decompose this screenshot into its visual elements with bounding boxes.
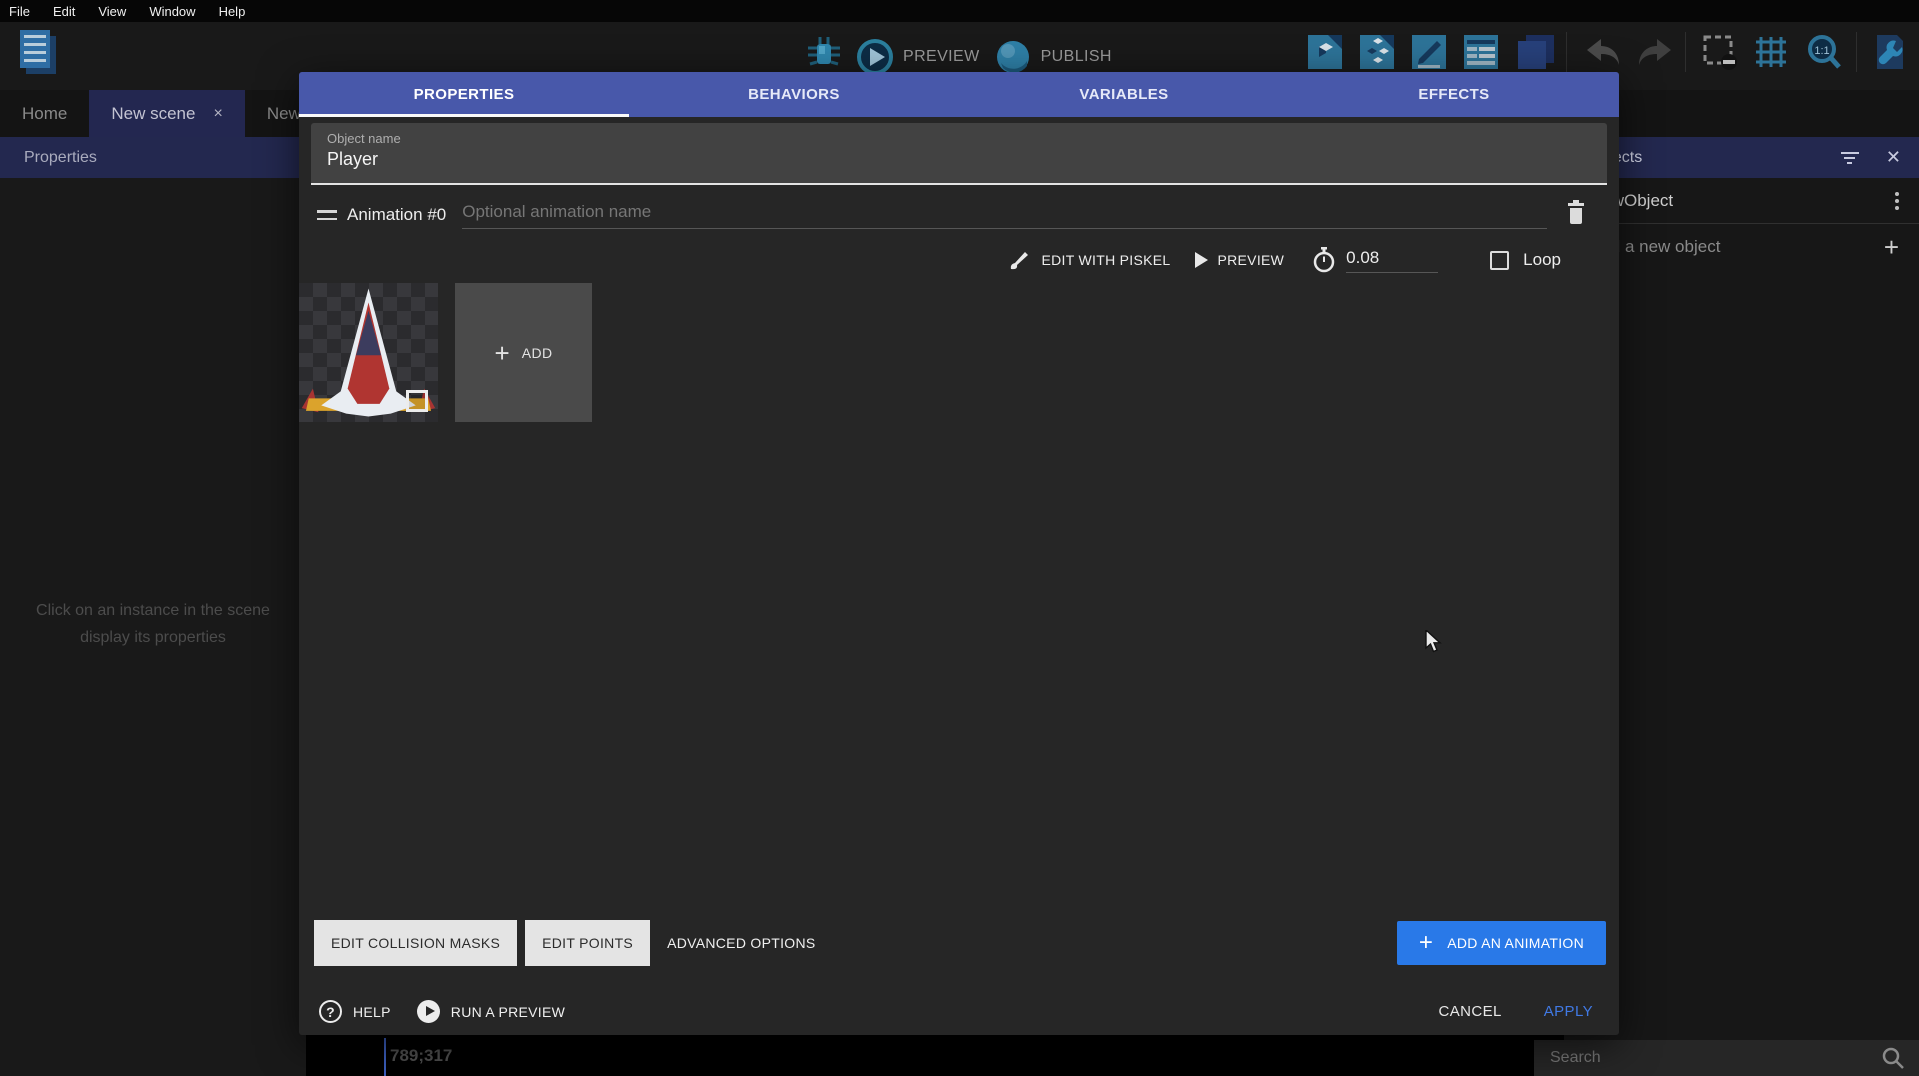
help-button[interactable]: ? HELP	[319, 1000, 391, 1023]
plus-icon: +	[1419, 931, 1433, 955]
preview-play-icon	[856, 38, 894, 76]
object-menu-icon[interactable]	[1895, 192, 1899, 210]
add-frame-button[interactable]: + ADD	[455, 283, 592, 422]
cancel-button[interactable]: CANCEL	[1439, 1003, 1502, 1020]
animation-header-row: Animation #0	[299, 194, 1619, 236]
events-list-icon[interactable]	[1462, 33, 1500, 71]
dialog-tab-bar: PROPERTIES BEHAVIORS VARIABLES EFFECTS	[299, 72, 1619, 117]
play-circle-icon	[417, 1000, 440, 1023]
brush-icon	[1009, 249, 1031, 271]
export-object-icon[interactable]	[1306, 33, 1344, 71]
preview-label: PREVIEW	[903, 48, 980, 66]
animation-tools-row: EDIT WITH PISKEL PREVIEW Loop	[299, 240, 1619, 280]
cursor-coordinates: 789;317	[390, 1046, 452, 1066]
object-name-field-card: Object name	[311, 123, 1607, 185]
animation-frames-strip: + ADD	[299, 283, 592, 422]
zoom-original-icon[interactable]: 1:1	[1804, 33, 1842, 71]
edit-scene-icon[interactable]	[1410, 33, 1448, 71]
menu-window[interactable]: Window	[149, 4, 195, 19]
frame-thumbnail[interactable]	[299, 283, 438, 422]
frame-select-checkbox[interactable]	[406, 390, 428, 412]
layers-icon[interactable]	[1514, 33, 1552, 71]
publish-label: PUBLISH	[1041, 48, 1112, 66]
project-manager-icon[interactable]	[18, 30, 60, 76]
add-an-animation-button[interactable]: + ADD AN ANIMATION	[1397, 921, 1606, 965]
object-name-field-label: Object name	[327, 131, 1591, 146]
mouse-cursor	[1425, 630, 1447, 659]
advanced-options-button[interactable]: ADVANCED OPTIONS	[667, 935, 815, 951]
preview-button[interactable]: PREVIEW	[856, 38, 980, 76]
menu-edit[interactable]: Edit	[53, 4, 75, 19]
loop-label: Loop	[1523, 250, 1561, 270]
properties-empty-message: Click on an instance in the scene displa…	[0, 597, 306, 651]
close-panel-icon[interactable]: ✕	[1886, 147, 1901, 168]
publish-button[interactable]: PUBLISH	[994, 38, 1112, 76]
objects-panel-title: Objects	[1588, 149, 1840, 167]
dialog-secondary-buttons: EDIT COLLISION MASKS EDIT POINTS ADVANCE…	[299, 920, 1619, 966]
drag-handle-icon[interactable]	[317, 210, 337, 220]
trash-icon	[1565, 200, 1587, 226]
instance-properties-panel: Properties Click on an instance in the s…	[0, 137, 306, 1076]
canvas-edge-line	[384, 1038, 386, 1076]
redo-icon[interactable]	[1633, 33, 1671, 71]
undo-icon[interactable]	[1581, 33, 1619, 71]
object-name-label: NewObject	[1590, 191, 1895, 211]
properties-panel-header: Properties	[0, 137, 306, 178]
help-icon: ?	[319, 1000, 342, 1023]
menu-bar: File Edit View Window Help	[0, 0, 1919, 22]
filter-icon[interactable]	[1840, 152, 1860, 164]
gdevelop-window: File Edit View Window Help	[0, 0, 1919, 1076]
svg-text:1:1: 1:1	[1814, 45, 1829, 57]
plus-icon: +	[495, 340, 510, 366]
dialog-tab-effects[interactable]: EFFECTS	[1289, 72, 1619, 117]
search-bar	[1534, 1040, 1919, 1076]
properties-panel-title: Properties	[24, 149, 97, 167]
tab-new-scene-label: New scene	[111, 104, 195, 124]
menu-help[interactable]: Help	[219, 4, 246, 19]
dialog-tab-behaviors[interactable]: BEHAVIORS	[629, 72, 959, 117]
edit-with-piskel-button[interactable]: EDIT WITH PISKEL	[1003, 245, 1176, 275]
object-editor-dialog: PROPERTIES BEHAVIORS VARIABLES EFFECTS O…	[299, 72, 1619, 1035]
run-a-preview-button[interactable]: RUN A PREVIEW	[417, 1000, 565, 1023]
edit-collision-masks-button[interactable]: EDIT COLLISION MASKS	[314, 920, 517, 966]
tab-home-label: Home	[22, 104, 67, 124]
deselect-instances-icon[interactable]	[1700, 33, 1738, 71]
tab-new-label: New	[267, 104, 301, 124]
animation-name-input[interactable]	[462, 202, 1547, 229]
dialog-tab-variables[interactable]: VARIABLES	[959, 72, 1289, 117]
play-icon	[1195, 252, 1208, 268]
tab-new-scene[interactable]: New scene ×	[89, 90, 244, 137]
publish-globe-icon	[994, 38, 1032, 76]
dialog-tab-properties[interactable]: PROPERTIES	[299, 72, 629, 117]
plus-icon: +	[1884, 234, 1899, 260]
edit-points-button[interactable]: EDIT POINTS	[525, 920, 650, 966]
loop-checkbox[interactable]	[1490, 251, 1509, 270]
object-name-input[interactable]	[327, 149, 1591, 170]
objects-groups-icon[interactable]	[1358, 33, 1396, 71]
search-icon	[1881, 1046, 1905, 1070]
menu-view[interactable]: View	[98, 4, 126, 19]
dialog-action-row: ? HELP RUN A PREVIEW CANCEL APPLY	[299, 988, 1619, 1035]
tab-home[interactable]: Home	[0, 90, 89, 137]
stopwatch-icon	[1312, 247, 1336, 273]
tab-close-icon[interactable]: ×	[213, 105, 222, 123]
grid-icon[interactable]	[1752, 33, 1790, 71]
animation-title: Animation #0	[347, 205, 446, 225]
add-new-object-label: Add a new object	[1590, 237, 1884, 257]
time-between-frames-input[interactable]	[1346, 248, 1438, 273]
menu-file[interactable]: File	[9, 4, 30, 19]
loop-toggle[interactable]: Loop	[1490, 250, 1561, 270]
delete-animation-button[interactable]	[1565, 200, 1587, 231]
apply-button[interactable]: APPLY	[1544, 1003, 1593, 1020]
add-frame-label: ADD	[522, 345, 553, 361]
search-input[interactable]	[1550, 1049, 1881, 1067]
tools-icon[interactable]	[1871, 33, 1909, 71]
preview-animation-button[interactable]: PREVIEW	[1189, 248, 1291, 272]
